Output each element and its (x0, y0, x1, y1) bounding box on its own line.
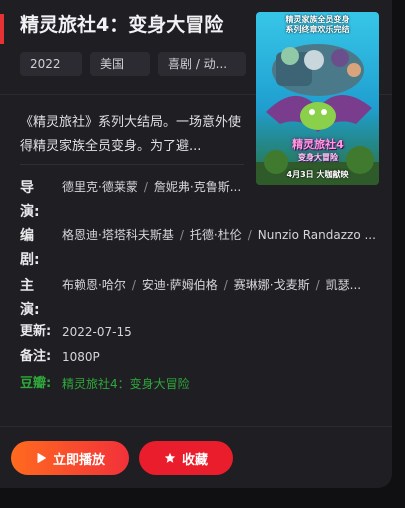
play-now-label: 立即播放 (52, 452, 105, 468)
note-value: 1080P (62, 350, 100, 364)
divider (20, 164, 244, 165)
cast-name[interactable]: 赛琳娜·戈麦斯 (234, 278, 310, 292)
cast-name[interactable]: 凯瑟... (326, 278, 361, 292)
poster-title: 精灵旅社4 变身大冒险 (284, 138, 352, 164)
favorite-label: 收藏 (181, 452, 208, 468)
movie-poster[interactable]: 精灵家族全员变身 系列终章欢乐完结 精灵旅社4 变身大冒险 4月3日 大咖献映 (256, 12, 379, 185)
cast-label-char2: 演: (20, 302, 40, 318)
poster-caption-top: 精灵家族全员变身 (285, 15, 350, 24)
separator: / (143, 180, 148, 194)
tag-region[interactable]: 美国 (90, 52, 150, 76)
separator: / (223, 278, 228, 292)
writer-label-char2: 剧: (20, 252, 40, 268)
movie-title: 精灵旅社4：变身大冒险 (20, 14, 224, 36)
writer-label-char1: 编 (20, 228, 34, 244)
writer-name[interactable]: 格恩迪·塔塔科夫斯基 (62, 228, 174, 242)
movie-detail-card: 精灵旅社4：变身大冒险 2022 美国 喜剧 / 动... 精灵家族全员变身 系… (0, 0, 392, 488)
play-icon (37, 453, 46, 463)
separator: / (179, 228, 184, 242)
play-now-button[interactable]: 立即播放 (11, 441, 129, 475)
tag-year[interactable]: 2022 (20, 52, 82, 76)
poster-title-line1: 精灵旅社4 (292, 138, 344, 151)
douban-link[interactable]: 精灵旅社4：变身大冒险 (62, 373, 190, 395)
cast-label-char1: 主 (20, 278, 34, 294)
writer-names: 格恩迪·塔塔科夫斯基 / 托德·杜伦 / Nunzio Randazzo ... (62, 224, 392, 246)
tag-list: 2022 美国 喜剧 / 动... (20, 52, 246, 76)
cast-name[interactable]: 安迪·萨姆伯格 (142, 278, 218, 292)
note-label: 备注: (20, 349, 52, 364)
poster-caption-bottom: 4月3日 大咖献映 (286, 170, 349, 179)
cast-label: 主 演: (20, 274, 42, 322)
updated-label: 更新: (20, 324, 52, 339)
cast-name[interactable]: 布赖恩·哈尔 (62, 278, 126, 292)
poster-title-line2: 变身大冒险 (298, 153, 338, 162)
movie-synopsis[interactable]: 《精灵旅社》系列大结局。一场意外使得精灵家族全员变身。为了避... (20, 111, 244, 159)
writer-label: 编 剧: (20, 224, 42, 272)
director-name[interactable]: 德里克·德莱蒙 (62, 180, 138, 194)
director-label: 导 演: (20, 176, 42, 224)
favorite-button[interactable]: 收藏 (139, 441, 233, 475)
separator: / (131, 278, 136, 292)
poster-caption-top-2: 系列终章欢乐完结 (285, 25, 350, 34)
divider (0, 426, 392, 427)
writer-name[interactable]: Nunzio Randazzo ... (258, 228, 376, 242)
title-accent-bar (0, 14, 4, 44)
director-name[interactable]: 詹妮弗·克鲁斯... (154, 180, 241, 194)
douban-label: 豆瓣: (20, 376, 52, 391)
director-names: 德里克·德莱蒙 / 詹妮弗·克鲁斯... (62, 176, 241, 198)
separator: / (247, 228, 252, 242)
star-icon (164, 452, 176, 463)
separator: / (315, 278, 320, 292)
cast-names: 布赖恩·哈尔 / 安迪·萨姆伯格 / 赛琳娜·戈麦斯 / 凯瑟... (62, 274, 392, 296)
director-label-char1: 导 (20, 180, 34, 196)
director-label-char2: 演: (20, 204, 40, 220)
writer-name[interactable]: 托德·杜伦 (190, 228, 242, 242)
updated-value: 2022-07-15 (62, 325, 132, 339)
tag-genre[interactable]: 喜剧 / 动... (158, 52, 246, 76)
